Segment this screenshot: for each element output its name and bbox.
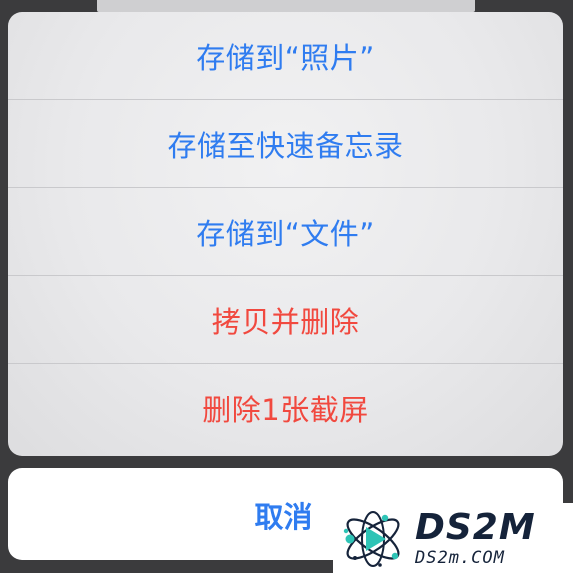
- watermark: DS2M DS2m.COM: [333, 503, 573, 573]
- atom-play-logo-icon: [343, 511, 400, 567]
- watermark-subtitle: DS2m.COM: [415, 547, 505, 568]
- save-to-photos-button[interactable]: 存储到“照片”: [8, 12, 563, 100]
- copy-and-delete-button[interactable]: 拷贝并删除: [8, 276, 563, 364]
- delete-screenshot-button[interactable]: 删除1张截屏: [8, 364, 563, 452]
- action-sheet-group: 存储到“照片” 存储至快速备忘录 存储到“文件” 拷贝并删除 删除1张截屏: [8, 12, 563, 456]
- cancel-button-label: 取消: [254, 500, 313, 534]
- background-content-sliver: [97, 0, 475, 12]
- save-to-quick-note-button[interactable]: 存储至快速备忘录: [8, 100, 563, 188]
- watermark-text: DS2M DS2m.COM: [415, 506, 536, 568]
- save-to-files-button[interactable]: 存储到“文件”: [8, 188, 563, 276]
- watermark-title: DS2M: [415, 506, 536, 548]
